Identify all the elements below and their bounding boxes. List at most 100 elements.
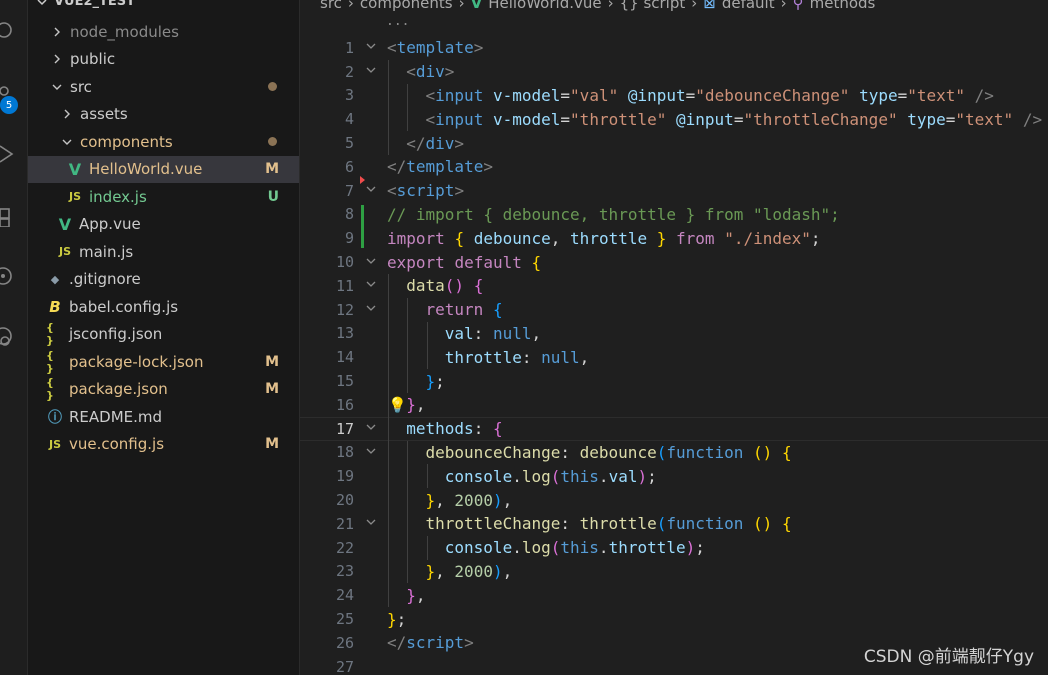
code-line[interactable]: 18 debounceChange: debounce(function () { <box>300 441 1048 465</box>
code-token: script <box>396 181 455 201</box>
tree-item[interactable]: JS main.js <box>28 238 299 265</box>
tree-item[interactable]: V HelloWorld.vue M <box>28 155 299 183</box>
code-editor[interactable]: src › components › V HelloWorld.vue › {}… <box>300 0 1048 675</box>
explorer-root-title[interactable]: VUE2_TEST <box>37 0 135 9</box>
indent-guide <box>407 535 409 560</box>
code-line[interactable]: 8 // import { debounce, throttle } from "… <box>300 203 1048 227</box>
tree-item[interactable]: assets <box>28 101 299 128</box>
fold-chevron-icon[interactable] <box>365 64 379 79</box>
code-text: <input v-model="val" @input="debounceCha… <box>426 86 994 105</box>
accounts-icon[interactable] <box>0 316 28 356</box>
fold-chevron-icon[interactable] <box>365 40 379 55</box>
code-text: }, 2000), <box>426 562 513 581</box>
line-number: 1 <box>344 38 354 57</box>
code-text: }, <box>406 586 425 605</box>
tree-item[interactable]: JS vue.config.js M <box>28 431 299 458</box>
code-line[interactable]: 2 <div> <box>300 60 1048 84</box>
code-token: = <box>897 85 908 105</box>
code-token: from <box>676 228 715 248</box>
fold-chevron-icon[interactable] <box>365 445 379 460</box>
code-text: }; <box>387 610 406 629</box>
code-line[interactable]: 19 console.log(this.val); <box>300 464 1048 488</box>
code-line[interactable]: 5 </div> <box>300 131 1048 155</box>
fold-chevron-icon[interactable] <box>365 255 379 270</box>
code-line[interactable]: 11 data() { <box>300 274 1048 298</box>
code-line[interactable]: 23}, 2000), <box>300 560 1048 584</box>
breadcrumb-src[interactable]: src <box>320 0 342 12</box>
search-icon[interactable] <box>0 10 28 50</box>
code-line[interactable]: 16}, 💡 <box>300 393 1048 417</box>
tree-item[interactable]: { } package-lock.json M <box>28 348 299 375</box>
code-line[interactable]: 21 throttleChange: throttle(function () { <box>300 512 1048 536</box>
indent-guide <box>407 83 409 108</box>
breadcrumb-components[interactable]: components <box>360 0 453 12</box>
code-token: } <box>406 585 416 605</box>
code-token: log <box>521 466 551 486</box>
modified-dot <box>268 82 277 91</box>
code-line[interactable]: 7 <script> <box>300 179 1048 203</box>
code-token: } <box>425 490 436 510</box>
code-line[interactable]: 3 <input v-model="val" @input="debounceCh… <box>300 84 1048 108</box>
fold-chevron-icon[interactable] <box>365 302 379 317</box>
tree-item[interactable]: ⓘ README.md <box>28 403 299 430</box>
code-line[interactable]: 17 methods: { <box>300 416 1048 441</box>
code-line[interactable]: 22 console.log(this.throttle); <box>300 536 1048 560</box>
code-line[interactable]: 12 return { <box>300 298 1048 322</box>
breadcrumb-script[interactable]: {} script <box>620 0 686 12</box>
code-token: console <box>444 466 513 486</box>
extensions-icon[interactable] <box>0 196 28 236</box>
line-number: 16 <box>335 395 354 414</box>
code-text: console.log(this.throttle); <box>445 538 705 557</box>
tree-item[interactable]: public <box>28 46 299 73</box>
tree-item[interactable]: V App.vue <box>28 211 299 238</box>
fold-chevron-icon[interactable] <box>365 278 379 293</box>
tree-item[interactable]: ◆ .gitignore <box>28 266 299 293</box>
indent-guide <box>407 512 409 536</box>
code-line[interactable]: 9 import { debounce, throttle } from "./i… <box>300 226 1048 250</box>
tree-item[interactable]: { } jsconfig.json <box>28 321 299 348</box>
breadcrumb-file[interactable]: HelloWorld.vue <box>488 0 601 12</box>
tree-item[interactable]: src <box>28 73 299 100</box>
code-line[interactable]: 24}, <box>300 583 1048 607</box>
code-line[interactable]: 25}; <box>300 607 1048 631</box>
tree-item[interactable]: { } package.json M <box>28 376 299 403</box>
fold-chevron-icon[interactable] <box>365 516 379 531</box>
code-line[interactable]: 6 </template> <box>300 155 1048 179</box>
fold-chevron-icon[interactable] <box>365 421 379 436</box>
fold-chevron-icon[interactable] <box>365 183 379 198</box>
tree-item[interactable]: Bbabel.config.js <box>28 293 299 320</box>
code-token: "text" <box>907 85 966 105</box>
code-line[interactable]: 15}; <box>300 369 1048 393</box>
code-token: template <box>406 157 484 177</box>
code-token: ; <box>647 466 657 486</box>
code-line[interactable]: 13 val: null, <box>300 322 1048 346</box>
indent-guide <box>388 321 389 346</box>
indent-guide <box>407 559 409 584</box>
tree-item[interactable]: JS index.js U <box>28 183 299 210</box>
breadcrumb-methods[interactable]: methods <box>810 0 876 12</box>
code-token: } <box>425 561 436 581</box>
code-line[interactable]: 4 <input v-model="throttle" @input="throt… <box>300 107 1048 131</box>
code-token: < <box>387 181 397 201</box>
lightbulb-icon[interactable]: 💡 <box>388 396 407 414</box>
remote-explorer-icon[interactable] <box>0 256 28 296</box>
tree-item-label: index.js <box>89 187 147 206</box>
tree-item[interactable]: components <box>28 128 299 155</box>
code-token: template <box>396 38 474 58</box>
code-line[interactable]: 20}, 2000), <box>300 488 1048 512</box>
git-status-badge: M <box>265 353 279 370</box>
line-number: 18 <box>335 443 354 462</box>
code-token: { <box>473 276 484 296</box>
code-token: return <box>425 300 484 320</box>
breadcrumb-default[interactable]: default <box>722 0 775 12</box>
code-line[interactable]: 1 <template> <box>300 36 1048 60</box>
run-debug-icon[interactable] <box>0 134 28 174</box>
code-line[interactable]: 14 throttle: null, <box>300 345 1048 369</box>
code-line[interactable]: 10 export default { <box>300 250 1048 274</box>
code-token: throttle <box>579 514 657 534</box>
tree-item[interactable]: node_modules <box>28 18 299 45</box>
